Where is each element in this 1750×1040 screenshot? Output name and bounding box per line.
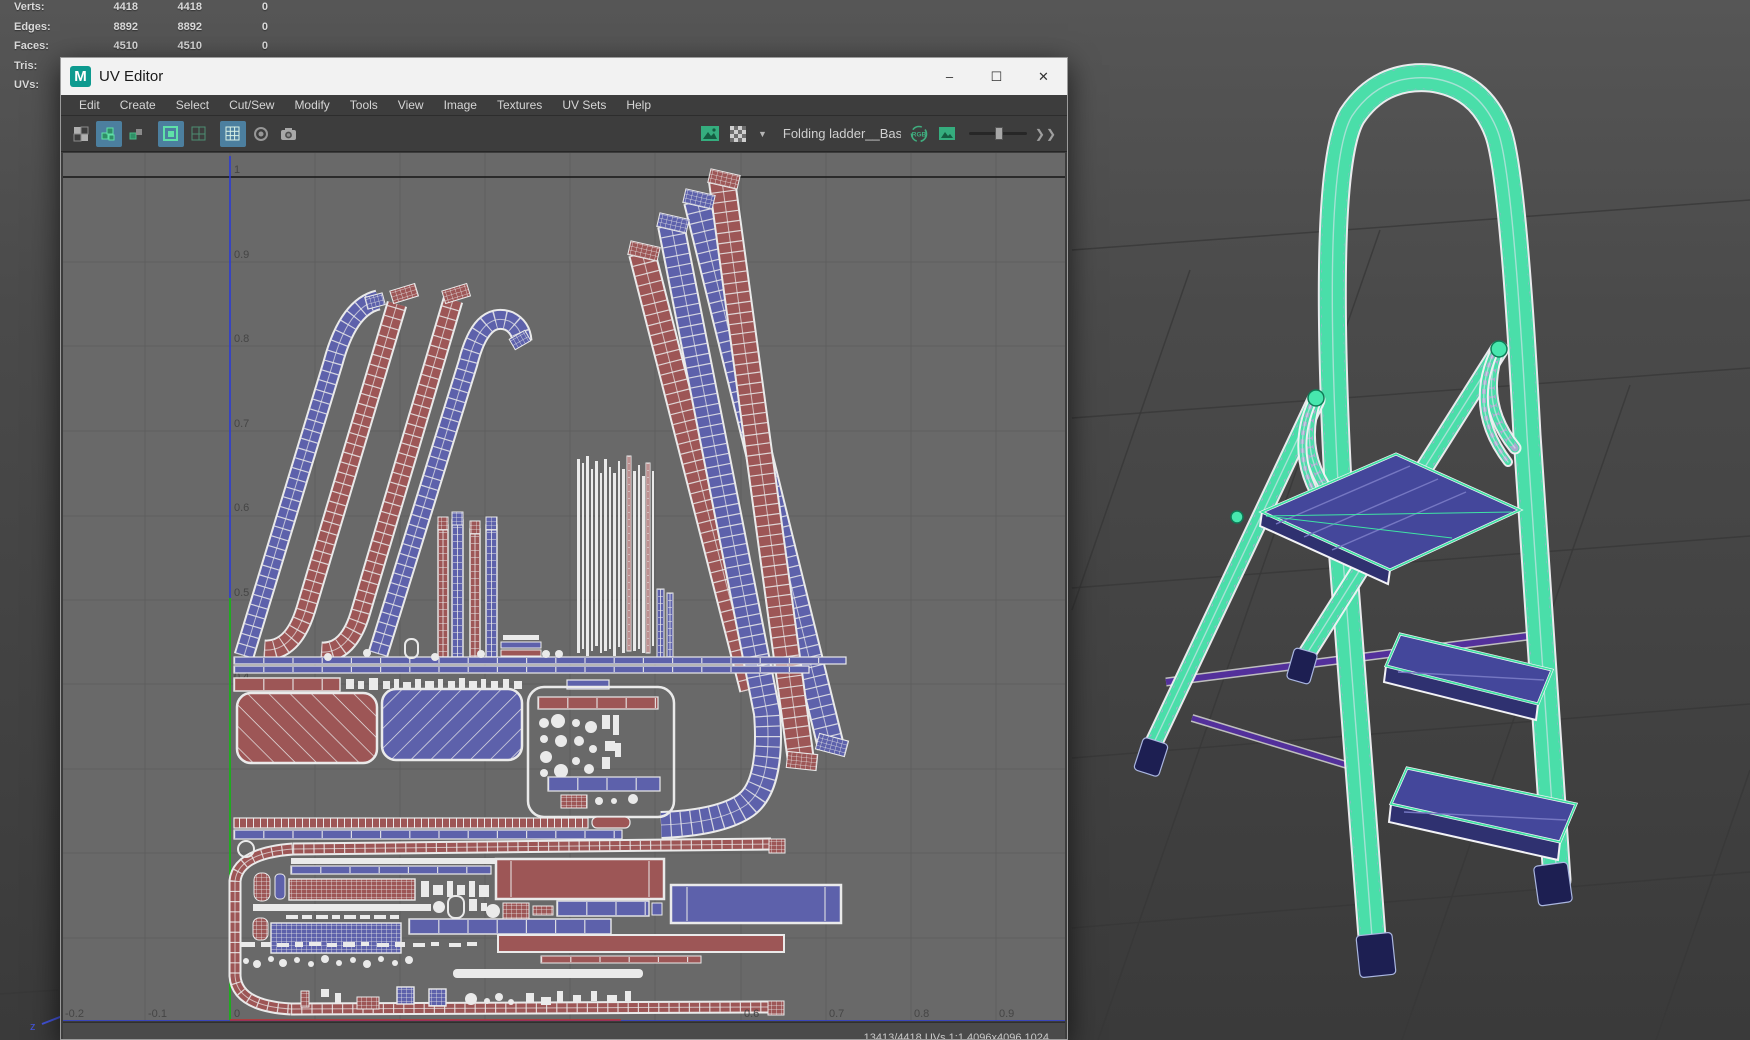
grid-label: 1 — [234, 164, 240, 176]
texture-image-icon[interactable] — [697, 121, 723, 147]
maya-application: Yxz Verts:441844180Edges:889288920Faces:… — [0, 0, 1750, 1040]
grid-label: 0.9 — [999, 1008, 1014, 1020]
uv-editor-window: M UV Editor – ☐ ✕ Edit Create Select Cut/Se… — [60, 57, 1068, 1040]
uv-shell-move-icon[interactable] — [124, 121, 150, 147]
hinge-knob — [1230, 510, 1244, 524]
step-forward-icon[interactable]: ❯❯ — [1035, 127, 1057, 141]
hud-row: Verts: 4418 4418 0 — [14, 1, 268, 13]
menu-edit[interactable]: Edit — [69, 95, 110, 115]
menu-create[interactable]: Create — [110, 95, 166, 115]
grid-label: 0.6 — [744, 1008, 759, 1020]
dim-image-icon[interactable] — [248, 121, 274, 147]
menu-tools[interactable]: Tools — [340, 95, 388, 115]
close-button[interactable]: ✕ — [1020, 58, 1067, 95]
texture-name-label[interactable]: Folding ladder__Base — [783, 126, 901, 141]
menu-select[interactable]: Select — [166, 95, 219, 115]
menu-help[interactable]: Help — [616, 95, 661, 115]
shaded-uv-display-icon[interactable] — [158, 120, 184, 147]
uv-shell-edit-icon[interactable] — [96, 120, 122, 147]
image-display-icon[interactable] — [934, 121, 960, 147]
maya-logo-icon: M — [70, 66, 91, 87]
rgb-channels-icon[interactable]: RGB — [906, 121, 932, 147]
uv-canvas[interactable]: 1 0.9 0.8 0.7 0.6 0.5 0.4 -0.2 -0.1 0 0.6 0.7 0.8 0.… — [63, 153, 1065, 1021]
grid-label: 0.7 — [829, 1008, 844, 1020]
grid-label: 0.5 — [234, 587, 249, 599]
status-readout: 13413/4418 UVs 1:1 4096x4096 1024 — [863, 1032, 1049, 1039]
uv-toolbar: ▼ Folding ladder__Base RGB ❯❯ — [61, 116, 1067, 152]
hinge-knob — [1307, 389, 1325, 407]
menu-image[interactable]: Image — [434, 95, 487, 115]
maximize-button[interactable]: ☐ — [973, 58, 1020, 95]
grid-label: 0.8 — [234, 333, 249, 345]
exposure-slider-handle[interactable] — [994, 127, 1003, 140]
grid-label: 0.6 — [234, 502, 249, 514]
tile-layout-icon[interactable] — [68, 121, 94, 147]
wireframe-uv-display-icon[interactable] — [186, 121, 212, 147]
grid-label: 0 — [234, 1008, 240, 1020]
grid-label: 0.9 — [234, 249, 249, 261]
checker-map-icon[interactable] — [725, 121, 751, 147]
menu-uv-sets[interactable]: UV Sets — [552, 95, 616, 115]
chevron-down-icon[interactable]: ▼ — [758, 129, 767, 139]
menu-modify[interactable]: Modify — [284, 95, 339, 115]
exposure-slider[interactable] — [968, 127, 1027, 140]
window-title: UV Editor — [99, 68, 164, 85]
uv-statusbar: 13413/4418 UVs 1:1 4096x4096 1024 — [63, 1022, 1065, 1039]
checker-grid-display-icon[interactable] — [220, 120, 246, 147]
grid-label: -0.2 — [65, 1008, 84, 1020]
ladder-foot — [1533, 861, 1573, 907]
menu-view[interactable]: View — [388, 95, 434, 115]
menubar: Edit Create Select Cut/Sew Modify Tools View Im… — [61, 95, 1067, 116]
menu-textures[interactable]: Textures — [487, 95, 552, 115]
titlebar[interactable]: M UV Editor – ☐ ✕ — [61, 58, 1067, 95]
ladder-foot — [1355, 932, 1397, 978]
minimize-button[interactable]: – — [926, 58, 973, 95]
grid-label: 0.8 — [914, 1008, 929, 1020]
hud-row: Edges: 8892 8892 0 — [14, 20, 268, 33]
grid-label: 0.7 — [234, 418, 249, 430]
hinge-knob — [1490, 340, 1508, 358]
uv-snapshot-icon[interactable] — [276, 121, 302, 147]
svg-text:z: z — [30, 1021, 36, 1033]
menu-cut-sew[interactable]: Cut/Sew — [219, 95, 284, 115]
ladder-foot — [1133, 737, 1169, 777]
svg-text:RGB: RGB — [912, 131, 927, 138]
ladder-foot — [1286, 647, 1318, 685]
grid-label: -0.1 — [148, 1008, 167, 1020]
